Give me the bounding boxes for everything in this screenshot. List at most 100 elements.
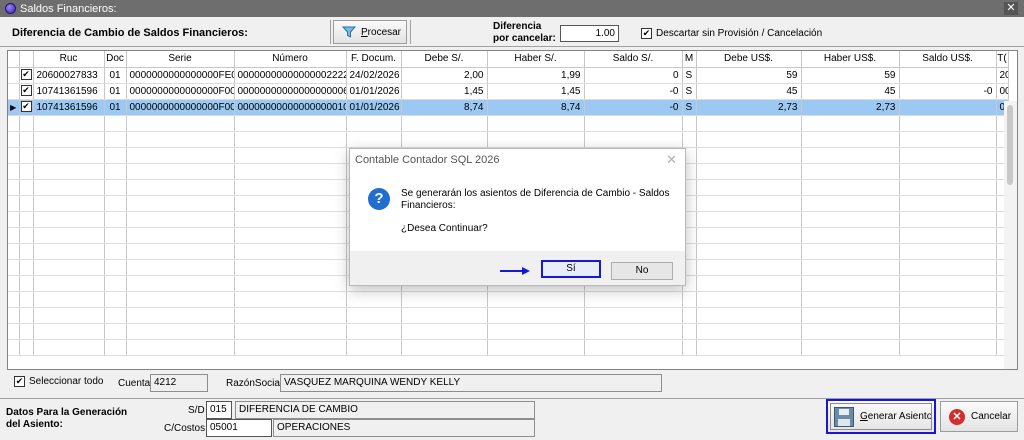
- col-haber-us[interactable]: Haber US$.: [801, 51, 900, 68]
- col-tc[interactable]: T(: [996, 51, 1009, 68]
- row-checkbox[interactable]: ✔: [19, 99, 34, 116]
- vertical-scrollbar[interactable]: [1004, 101, 1017, 369]
- razon-social-field: VASQUEZ MARQUINA WENDY KELLY: [280, 374, 662, 392]
- arrow-right-icon: [500, 267, 530, 275]
- cell-fecha: 01/01/2026: [346, 99, 402, 116]
- row-checkbox[interactable]: ✔: [19, 67, 34, 84]
- empty-cell: [104, 131, 127, 148]
- empty-cell: [104, 195, 127, 212]
- empty-cell: [104, 179, 127, 196]
- checkbox-icon[interactable]: ✔: [20, 69, 32, 81]
- empty-cell: [696, 227, 802, 244]
- yes-button[interactable]: Sí: [541, 260, 601, 278]
- empty-cell: [682, 115, 697, 132]
- col-fecha[interactable]: F. Docum.: [346, 51, 402, 68]
- cell-tc: 20: [996, 67, 1009, 84]
- cell-serie: 0000000000000000FE05: [126, 67, 235, 84]
- seleccionar-todo-checkbox[interactable]: ✔ Seleccionar todo: [14, 376, 104, 387]
- table-row[interactable]: ✔ 20600027833 01 0000000000000000FE05 00…: [8, 67, 1009, 84]
- col-debe-us[interactable]: Debe US$.: [696, 51, 802, 68]
- cell-ruc: 10741361596: [33, 83, 105, 100]
- cell-debe-s: 1,45: [401, 83, 488, 100]
- col-doc[interactable]: Doc: [104, 51, 127, 68]
- no-button[interactable]: No: [611, 262, 673, 280]
- col-serie[interactable]: Serie: [126, 51, 235, 68]
- empty-cell: [234, 339, 347, 356]
- empty-cell: [801, 259, 900, 276]
- empty-cell: [8, 339, 20, 356]
- empty-cell: [19, 163, 34, 180]
- empty-cell: [8, 131, 20, 148]
- empty-cell: [104, 147, 127, 164]
- cell-haber-s: 8,74: [487, 99, 585, 116]
- procesar-button[interactable]: Procesar: [333, 20, 407, 44]
- empty-cell: [801, 307, 900, 324]
- cuenta-field: 4212: [150, 374, 208, 392]
- empty-cell: [234, 307, 347, 324]
- col-ruc[interactable]: Ruc: [33, 51, 105, 68]
- empty-cell: [234, 179, 347, 196]
- ccostos-code-input[interactable]: 05001: [206, 419, 272, 437]
- table-row-selected[interactable]: ▶ ✔ 10741361596 01 0000000000000000F002 …: [8, 99, 1009, 116]
- col-debe-s[interactable]: Debe S/.: [401, 51, 488, 68]
- empty-cell: [682, 323, 697, 340]
- empty-cell: [346, 115, 402, 132]
- empty-cell: [8, 323, 20, 340]
- empty-cell: [126, 227, 235, 244]
- checkbox-icon[interactable]: ✔: [20, 85, 32, 97]
- cell-tc: 00: [996, 83, 1009, 100]
- cell-saldo-s: 0: [584, 67, 683, 84]
- cell-saldo-s: -0: [584, 99, 683, 116]
- empty-cell: [104, 323, 127, 340]
- empty-cell: [33, 323, 105, 340]
- generar-asiento-button[interactable]: Generar Asiento: [826, 399, 936, 434]
- info-row: ✔ Seleccionar todo Cuenta: 4212 RazónSoc…: [0, 372, 1024, 396]
- scrollbar-thumb[interactable]: [1007, 105, 1013, 185]
- table-row[interactable]: ✔ 10741361596 01 0000000000000000F002 00…: [8, 83, 1009, 100]
- empty-cell: [234, 211, 347, 228]
- empty-cell: [126, 211, 235, 228]
- empty-cell: [104, 291, 127, 308]
- empty-cell: [801, 291, 900, 308]
- empty-cell: [8, 179, 20, 196]
- col-numero[interactable]: Número: [234, 51, 347, 68]
- descartar-checkbox[interactable]: ✔ Descartar sin Provisión / Cancelación: [641, 28, 822, 39]
- razon-social-label: RazónSocial:: [226, 378, 285, 389]
- cell-debe-s: 8,74: [401, 99, 488, 116]
- cancelar-button[interactable]: ✕ Cancelar: [940, 401, 1018, 432]
- checkbox-icon[interactable]: ✔: [20, 101, 32, 113]
- row-checkbox[interactable]: ✔: [19, 83, 34, 100]
- empty-cell: [696, 339, 802, 356]
- col-check: [19, 51, 34, 68]
- empty-cell: [126, 323, 235, 340]
- checkbox-icon[interactable]: ✔: [641, 28, 652, 39]
- empty-cell: [346, 323, 402, 340]
- empty-cell: [899, 147, 997, 164]
- sd-code-input[interactable]: 015: [206, 401, 232, 419]
- col-saldo-s[interactable]: Saldo S/.: [584, 51, 683, 68]
- procesar-mnemonic: P: [361, 26, 368, 38]
- empty-cell: [696, 259, 802, 276]
- empty-cell: [126, 339, 235, 356]
- dialog-close-button[interactable]: ✕: [666, 152, 677, 168]
- col-haber-s[interactable]: Haber S/.: [487, 51, 585, 68]
- col-moneda[interactable]: M: [682, 51, 697, 68]
- empty-cell: [234, 275, 347, 292]
- cell-moneda: S: [682, 83, 697, 100]
- col-saldo-us[interactable]: Saldo US$.: [899, 51, 997, 68]
- empty-cell: [801, 339, 900, 356]
- sd-description-field: DIFERENCIA DE CAMBIO: [235, 401, 535, 419]
- generar-mnemonic: G: [860, 411, 868, 422]
- empty-cell: [801, 115, 900, 132]
- empty-cell: [696, 147, 802, 164]
- window-titlebar: Saldos Financieros: ✕: [0, 0, 1024, 17]
- empty-cell: [401, 131, 488, 148]
- header-strip: Diferencia de Cambio de Saldos Financier…: [0, 17, 1024, 47]
- descartar-label: Descartar sin Provisión / Cancelación: [656, 28, 823, 39]
- empty-cell: [19, 259, 34, 276]
- checkbox-icon[interactable]: ✔: [14, 376, 25, 387]
- cell-serie: 0000000000000000F002: [126, 99, 235, 116]
- diferencia-input[interactable]: 1.00: [560, 25, 619, 42]
- empty-cell: [682, 131, 697, 148]
- window-close-button[interactable]: ✕: [1004, 2, 1018, 15]
